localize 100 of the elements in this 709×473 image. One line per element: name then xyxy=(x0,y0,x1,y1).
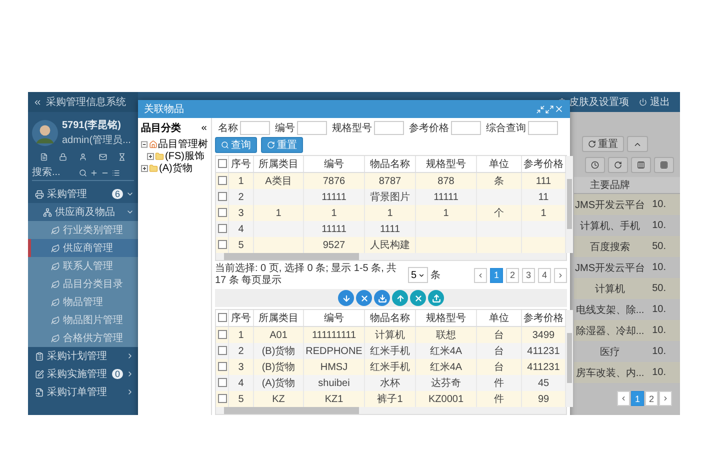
tree-item[interactable]: (A)货物 xyxy=(159,161,192,175)
collapse-icon[interactable] xyxy=(141,140,148,148)
scrollbar[interactable] xyxy=(566,310,573,407)
checkbox[interactable] xyxy=(218,378,226,388)
list-icon[interactable] xyxy=(112,168,120,176)
table-cell: shuibei xyxy=(304,375,364,391)
search-icon[interactable] xyxy=(79,168,87,176)
checkbox[interactable] xyxy=(218,330,226,340)
grid-button[interactable] xyxy=(654,157,674,173)
checkbox[interactable] xyxy=(218,208,226,218)
arrow-up-button[interactable] xyxy=(392,290,408,306)
tree-item[interactable]: (FS)服饰 xyxy=(165,149,204,163)
collapse-icon[interactable] xyxy=(200,124,208,132)
table-cell: 5 xyxy=(228,237,254,253)
document-icon[interactable] xyxy=(40,153,48,161)
page-button[interactable]: 1 xyxy=(631,391,644,406)
table-cell: 11 xyxy=(522,189,566,205)
checkbox[interactable] xyxy=(218,394,226,404)
checkbox[interactable] xyxy=(218,159,226,168)
header-link[interactable]: 退出 xyxy=(639,95,670,109)
table-cell-text: 50. xyxy=(651,283,666,294)
search-icon xyxy=(221,141,229,149)
table-cell: 1 xyxy=(254,205,304,221)
table-cell: 3499 xyxy=(522,326,566,343)
menu-item[interactable]: 联系人管理 xyxy=(28,257,138,275)
scrollbar[interactable] xyxy=(216,253,566,260)
download-button[interactable] xyxy=(374,290,390,306)
checkbox[interactable] xyxy=(218,313,226,322)
page-button[interactable]: 2 xyxy=(645,391,658,406)
table-cell: 人民构建 xyxy=(364,237,416,253)
clock-button[interactable] xyxy=(585,157,605,173)
page-size-select[interactable]: 5 xyxy=(408,267,428,283)
table-cell: 111111111 xyxy=(304,326,364,343)
column-header: 参考价格 xyxy=(522,156,566,172)
scrollbar[interactable] xyxy=(566,156,573,253)
table-cell: 4 xyxy=(228,221,254,237)
input-field[interactable] xyxy=(451,121,481,135)
page-button[interactable]: 3 xyxy=(522,268,535,282)
input-field[interactable] xyxy=(240,121,270,135)
table-cell: 红米4A xyxy=(416,359,476,375)
search-field[interactable]: 搜索... xyxy=(32,167,76,178)
field-label: 参考价格 xyxy=(409,122,449,135)
table-cell-text: 计算机、手机 xyxy=(579,220,641,232)
page-button[interactable]: 2 xyxy=(506,268,519,282)
checkbox[interactable] xyxy=(218,362,226,372)
table-cell: 3 xyxy=(228,205,254,221)
chevron-right-icon xyxy=(557,272,564,278)
search-button[interactable]: 查询 xyxy=(215,137,257,153)
maximize-icon[interactable] xyxy=(545,104,554,114)
count-badge: 6 xyxy=(112,189,123,199)
reset-button[interactable]: 重置 xyxy=(261,137,303,153)
refresh-button[interactable] xyxy=(608,157,628,173)
user-icon[interactable] xyxy=(78,153,87,161)
columns-button[interactable] xyxy=(631,157,651,173)
arrow-down-button[interactable] xyxy=(338,290,354,306)
tree-item[interactable]: 品目管理树 xyxy=(158,137,208,151)
avatar xyxy=(32,120,58,146)
menu-item[interactable]: 品目分类目录 xyxy=(28,275,138,293)
scrollbar[interactable] xyxy=(216,407,566,414)
chevron-left-icon xyxy=(477,272,484,278)
page-button[interactable]: 1 xyxy=(490,268,503,282)
refresh-icon xyxy=(588,140,596,148)
checkbox[interactable] xyxy=(218,176,226,186)
table-cell: 2 xyxy=(228,189,254,205)
logo-icon xyxy=(33,98,42,106)
column-header: 规格型号 xyxy=(416,310,476,326)
table-cell: 2 xyxy=(228,343,254,359)
table-cell: A01 xyxy=(254,326,304,343)
menu-item[interactable]: 供应商管理 xyxy=(28,239,138,257)
x-button[interactable] xyxy=(410,290,426,306)
expand-icon[interactable] xyxy=(141,164,148,172)
mail-icon[interactable] xyxy=(98,153,107,161)
input-field[interactable] xyxy=(528,121,558,135)
user-role: admin(管理员... xyxy=(62,134,131,147)
checkbox[interactable] xyxy=(218,346,226,356)
checkbox[interactable] xyxy=(218,192,226,202)
hourglass-icon[interactable] xyxy=(118,153,126,161)
expand-icon[interactable] xyxy=(147,152,154,160)
table-cell: 8787 xyxy=(364,172,416,189)
page-button[interactable]: 4 xyxy=(538,268,551,282)
app-title: 采购管理信息系统 xyxy=(46,96,126,109)
close-icon[interactable] xyxy=(554,104,564,114)
upload-button[interactable] xyxy=(428,290,444,306)
x-button[interactable] xyxy=(356,290,372,306)
table-cell-text: JMS开发云平台 xyxy=(574,262,646,274)
input-field[interactable] xyxy=(374,121,404,135)
lock-icon[interactable] xyxy=(59,153,68,161)
table-cell: A类目 xyxy=(254,172,304,189)
menu-item[interactable]: 供应商及物品 xyxy=(28,203,138,221)
menu-item[interactable]: 合格供方管理 xyxy=(28,329,138,347)
plus-icon[interactable] xyxy=(90,168,98,176)
checkbox[interactable] xyxy=(218,224,226,234)
menu-item[interactable]: 物品图片管理 xyxy=(28,311,138,329)
minimize-icon[interactable] xyxy=(536,104,545,114)
reset-button[interactable]: 重置 xyxy=(582,136,624,152)
input-field[interactable] xyxy=(297,121,327,135)
leaf-icon xyxy=(51,226,60,234)
menu-item[interactable]: 物品管理 xyxy=(28,293,138,311)
arrow-up-icon xyxy=(396,294,404,302)
checkbox[interactable] xyxy=(218,240,226,250)
